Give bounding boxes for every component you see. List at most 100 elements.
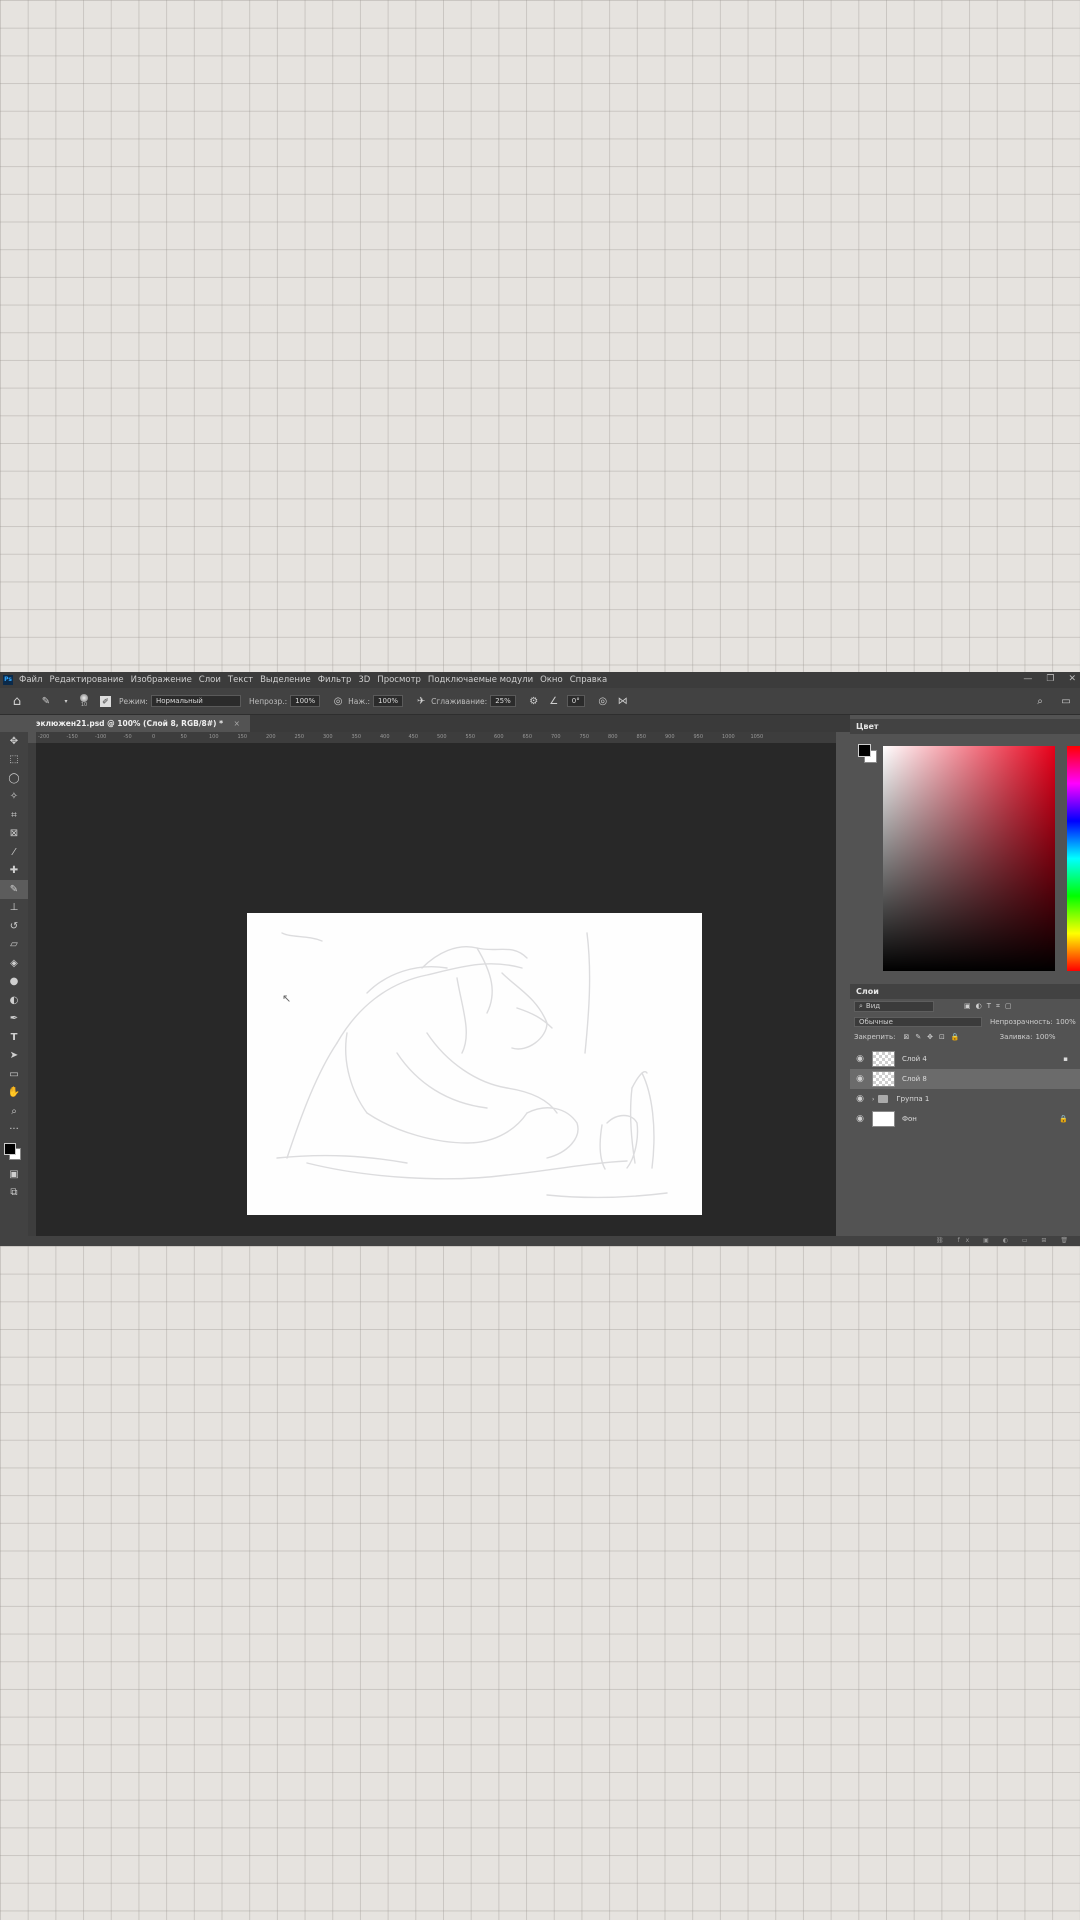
ruler-tick-label: 600 [494,734,504,740]
marquee-icon[interactable]: ⬚ [0,751,28,770]
healing-icon[interactable]: ✚ [0,862,28,881]
more-icon[interactable]: ··· [0,1121,28,1140]
ruler-tick-label: -150 [66,734,78,740]
chevron-down-icon[interactable]: ▾ [59,694,73,708]
chevron-right-icon[interactable]: › [872,1096,874,1103]
layers-panel-tab[interactable]: Слои [850,984,1080,999]
workspace-icon[interactable]: ▭ [1059,694,1073,708]
color-picker-field[interactable] [883,746,1055,971]
menu-select[interactable]: Выделение [260,675,311,685]
angle-option: 0° [564,695,585,707]
close-tab-icon[interactable]: × [234,719,240,728]
move-icon[interactable]: ✥ [0,732,28,751]
blend-row: Обычные Непрозрачность: 100% [850,1014,1080,1029]
layer-thumbnail [872,1051,895,1067]
visibility-eye-icon[interactable]: ◉ [850,1074,870,1084]
visibility-eye-icon[interactable]: ◉ [850,1114,870,1124]
rectangle-icon[interactable]: ▭ [0,1065,28,1084]
crop-icon[interactable]: ⌗ [0,806,28,825]
restore-icon[interactable]: ❐ [1046,674,1054,684]
layer-name: Фон [902,1115,917,1123]
airbrush-icon[interactable]: ✈ [414,694,428,708]
menu-type[interactable]: Текст [228,675,253,685]
search-icon[interactable]: ⌕ [1033,694,1047,708]
menu-help[interactable]: Справка [570,675,607,685]
menu-plugins[interactable]: Подключаемые модули [428,675,533,685]
mode-select[interactable]: Нормальный [150,695,241,707]
layer-row[interactable]: ◉ Слой 4 ▪ [850,1049,1080,1069]
angle-field[interactable]: 0° [566,695,585,707]
dodge-icon[interactable]: ◐ [0,991,28,1010]
magic-wand-icon[interactable]: ✧ [0,788,28,807]
bucket-icon[interactable]: ◈ [0,954,28,973]
symmetry-icon[interactable]: ⋈ [616,694,630,708]
lasso-icon[interactable]: ◯ [0,769,28,788]
history-brush-icon[interactable]: ↺ [0,917,28,936]
layer-name: Слой 8 [902,1075,927,1083]
menu-layers[interactable]: Слои [199,675,221,685]
menu-3d[interactable]: 3D [358,675,370,685]
pressure-size-icon[interactable]: ◎ [596,694,610,708]
brush-preset-picker[interactable]: 10 [80,694,88,708]
document-tab[interactable]: эклюжен21.psd @ 100% (Слой 8, RGB/8#) * … [30,715,250,732]
document-canvas[interactable] [247,913,702,1215]
color-panel-tab[interactable]: Цвет [850,719,1080,734]
layer-row-selected[interactable]: ◉ Слой 8 [850,1069,1080,1089]
quick-mask-icon[interactable]: ▣ [0,1165,28,1184]
menu-view[interactable]: Просмотр [377,675,421,685]
brush-settings-icon[interactable]: ✐ [100,695,111,707]
layer-thumbnail [872,1071,895,1087]
fill-field[interactable]: 100% [1035,1033,1055,1041]
menu-file[interactable]: Файл [19,675,42,685]
visibility-eye-icon[interactable]: ◉ [850,1054,870,1064]
flow-field[interactable]: 100% [373,695,404,707]
home-icon[interactable]: ⌂ [10,694,24,709]
brush-tool-icon[interactable]: ✎ [39,694,53,708]
blur-icon[interactable]: ● [0,973,28,992]
zoom-icon[interactable]: ⌕ [0,1102,28,1121]
screen-mode-icon[interactable]: ⧉ [0,1184,28,1203]
close-window-icon[interactable]: ✕ [1068,674,1076,684]
minimize-icon[interactable]: — [1023,674,1032,684]
hue-slider[interactable] [1067,746,1080,971]
layers-panel: Слои ⌕ Вид ▣◐T⌗▢ Обычные Непрозрачность:… [850,984,1080,1129]
flow-label: Наж.: [348,696,371,706]
layer-filter-select[interactable]: ⌕ Вид [854,1001,934,1012]
color-swatches[interactable] [0,1139,28,1165]
blend-mode-select[interactable]: Обычные [854,1016,982,1027]
smoothing-field[interactable]: 25% [490,695,516,707]
pressure-opacity-icon[interactable]: ◎ [331,694,345,708]
background-layer-row[interactable]: ◉ Фон 🔒 [850,1109,1080,1129]
frame-icon[interactable]: ⊠ [0,825,28,844]
smoothing-settings-icon[interactable]: ⚙ [527,694,541,708]
eyedropper-icon[interactable]: ⁄ [0,843,28,862]
opacity-field[interactable]: 100% [290,695,321,707]
brush-icon[interactable]: ✎ [0,880,28,899]
options-bar: ⌂ ✎ ▾ 10 ✐ Режим: Нормальный Непрозр.: 1… [0,688,1080,715]
visibility-eye-icon[interactable]: ◉ [850,1094,870,1104]
ruler-tick-label: 0 [152,734,156,740]
menu-image[interactable]: Изображение [131,675,192,685]
layers-filter-row: ⌕ Вид ▣◐T⌗▢ [850,999,1080,1014]
filter-icons: ▣◐T⌗▢ [964,1002,1017,1010]
layer-opacity-label: Непрозрачность: [990,1017,1053,1026]
layer-panel-bottom-icons[interactable]: ⛓ fx ▣ ◐ ▭ ⊞ 🗑 [936,1237,1074,1244]
menu-filter[interactable]: Фильтр [318,675,352,685]
group-row[interactable]: ◉ › Группа 1 [850,1089,1080,1109]
ruler-tick-label: 400 [380,734,390,740]
cursor-icon: ↖ [282,992,292,1005]
pen-icon[interactable]: ✒ [0,1010,28,1029]
hand-icon[interactable]: ✋ [0,1084,28,1103]
menu-edit[interactable]: Редактирование [49,675,123,685]
panel-foreground-swatch[interactable] [858,744,871,757]
type-icon[interactable]: T [0,1028,28,1047]
layer-opacity-field[interactable]: 100% [1056,1018,1076,1026]
menu-window[interactable]: Окно [540,675,563,685]
pasteboard[interactable]: ↖ [36,743,836,1236]
lock-icons[interactable]: ⊠✎✥⊡🔒 [903,1033,965,1041]
foreground-color-swatch[interactable] [4,1143,16,1155]
fill-label: Заливка: [999,1032,1033,1041]
stamp-icon[interactable]: ⊥ [0,899,28,918]
path-select-icon[interactable]: ➤ [0,1047,28,1066]
eraser-icon[interactable]: ▱ [0,936,28,955]
